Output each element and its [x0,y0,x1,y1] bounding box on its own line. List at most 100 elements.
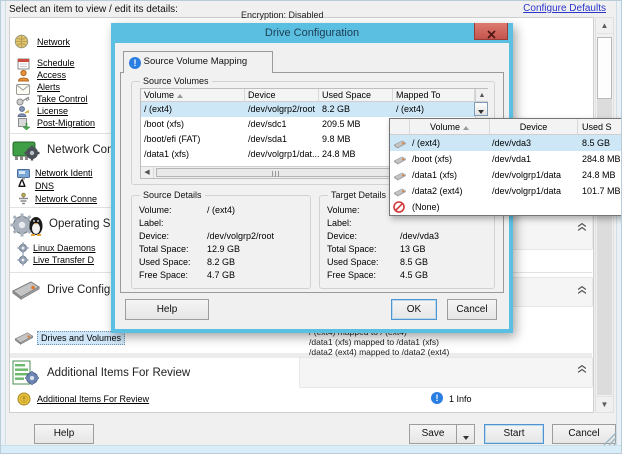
mapped-to-combo-button[interactable] [474,102,488,116]
post-migration-icon [17,117,30,135]
detail-row: Volume:/ (ext4) [132,204,308,217]
column-header-device[interactable]: Device [245,89,319,102]
encryption-status: Encryption: Disabled [241,10,324,20]
network-globe-icon [14,34,29,54]
tab-label: Source Volume Mapping [144,56,248,67]
section-header-additional-items: Additional Items For Review [47,367,190,379]
dropdown-option-boot-xfs[interactable]: /boot (xfs) /dev/vda1 284.8 MB [390,151,622,167]
select-item-note: Select an item to view / edit its detail… [9,4,178,15]
sidebar-item-drives-and-volumes[interactable]: Drives and Volumes [37,331,125,345]
mapped-summary-line: /data1 (xfs) mapped to /data1 (xfs) [309,337,439,347]
column-header-used-space[interactable]: Used Space [319,89,393,102]
none-prohibited-icon [393,201,405,217]
close-icon [487,30,496,39]
dropdown-header-row: Volume Device Used S [390,119,622,135]
source-volumes-legend: Source Volumes [140,76,212,86]
detail-row: Used Space:8.2 GB [132,256,308,269]
column-header-volume[interactable]: Volume [141,89,245,102]
sidebar-item-access[interactable]: Access [37,70,66,80]
configure-defaults-link[interactable]: Configure Defaults [523,3,606,14]
resize-grip[interactable] [603,432,617,451]
coin-icon [17,392,31,411]
review-document-gear-icon [11,360,39,391]
drive-icon-small [14,330,34,350]
sidebar-item-linux-daemons[interactable]: Linux Daemons [33,243,96,253]
detail-row: Device:/dev/volgrp2/root [132,230,308,243]
save-dropdown-arrow-icon[interactable] [456,425,474,443]
target-details-legend: Target Details [328,190,389,200]
mapped-to-dropdown-popup: Volume Device Used S / (ext4) /dev/vda3 … [389,118,622,216]
save-button[interactable]: Save [410,425,456,443]
table-row-root-ext4[interactable]: / (ext4) /dev/volgrp2/root 8.2 GB / (ext… [141,102,475,117]
sidebar-item-network[interactable]: Network [37,37,70,47]
collapse-chevron-icon[interactable] [577,219,589,231]
dropdown-option-data1-xfs[interactable]: /data1 (xfs) /dev/volgrp1/data 24.8 MB [390,167,622,183]
dialog-title: Drive Configuration [111,23,513,43]
dropdown-column-device[interactable]: Device [490,119,578,135]
column-header-mapped-to[interactable]: Mapped To [393,89,475,102]
sort-ascending-icon [177,94,183,98]
dialog-ok-button[interactable]: OK [391,299,437,320]
dropdown-icon-column [390,119,410,135]
section-header-operating-system: Operating S [49,218,110,230]
additional-items-summary-panel [299,357,593,388]
dropdown-option-root-ext4[interactable]: / (ext4) /dev/vda3 8.5 GB [390,135,622,151]
dropdown-option-none[interactable]: (None) [390,199,622,215]
detail-row: Used Space:8.5 GB [320,256,492,269]
chevron-down-icon [478,110,484,114]
dropdown-column-used[interactable]: Used S [578,119,622,135]
table-scroll-left-icon[interactable]: ◀ [141,167,154,178]
source-details-legend: Source Details [140,190,205,200]
window-right-edge [616,1,621,454]
section-header-network-configuration: Network Con [47,144,113,156]
info-badge-count: 1 Info [449,394,472,404]
detail-row: Total Space:12.9 GB [132,243,308,256]
sidebar-item-additional-items-review[interactable]: Additional Items For Review [37,394,149,404]
scrollbar-thumb[interactable] [597,37,612,99]
dialog-cancel-button[interactable]: Cancel [447,299,497,320]
collapse-chevron-icon[interactable] [577,282,589,294]
detail-row: Label: [320,217,492,230]
dns-delta-icon: Δ [18,178,26,190]
scroll-up-icon[interactable]: ▲ [596,18,613,34]
dialog-help-button[interactable]: Help [125,299,209,320]
info-badge-icon: ! [431,392,443,404]
sidebar-item-take-control[interactable]: Take Control [37,94,88,104]
window-bottom-edge [1,445,622,453]
sidebar-item-network-connections[interactable]: Network Conne [35,194,97,204]
sidebar-item-license[interactable]: License [37,106,68,116]
sidebar-item-schedule[interactable]: Schedule [37,58,75,68]
help-button[interactable]: Help [34,424,94,444]
live-transfer-gear-icon [17,253,29,271]
tab-info-icon: ! [129,57,141,69]
tab-source-volume-mapping[interactable]: ! Source Volume Mapping [123,51,273,73]
source-details-groupbox: Source Details Volume:/ (ext4) Label: De… [131,195,311,289]
table-hscrollbar-thumb[interactable] [156,168,394,177]
detail-row: Device:/dev/vda3 [320,230,492,243]
drive-icon-large [11,278,41,305]
table-header-row: Volume Device Used Space Mapped To [141,89,487,102]
save-split-button[interactable]: Save [409,424,475,444]
application-window: Select an item to view / edit its detail… [0,0,622,454]
dropdown-column-volume[interactable]: Volume [410,119,490,135]
network-connections-plug-icon [17,192,30,210]
dialog-close-button[interactable] [474,23,508,40]
table-scroll-up-icon[interactable]: ▲ [476,89,488,102]
detail-row: Label: [132,217,308,230]
mapped-summary-line: /data2 (ext4) mapped to /data2 (ext4) [309,347,449,357]
dropdown-option-data2-ext4[interactable]: /data2 (ext4) /dev/volgrp1/data 101.7 MB [390,183,622,199]
detail-row: Free Space:4.7 GB [132,269,308,282]
section-header-drive-configuration: Drive Config [47,284,110,296]
sidebar-item-dns[interactable]: DNS [35,181,54,191]
window-left-edge [1,1,6,454]
sidebar-item-network-identity[interactable]: Network Identi [35,168,93,178]
network-card-icon [11,139,41,168]
sidebar-item-alerts[interactable]: Alerts [37,82,60,92]
sidebar-item-post-migration[interactable]: Post-Migration [37,118,95,128]
sidebar-item-live-transfer[interactable]: Live Transfer D [33,255,94,265]
detail-row: Total Space:13 GB [320,243,492,256]
sort-ascending-icon [463,126,469,130]
start-button[interactable]: Start [484,424,544,444]
collapse-chevron-icon[interactable] [577,361,589,373]
scroll-down-icon[interactable]: ▼ [596,396,613,412]
